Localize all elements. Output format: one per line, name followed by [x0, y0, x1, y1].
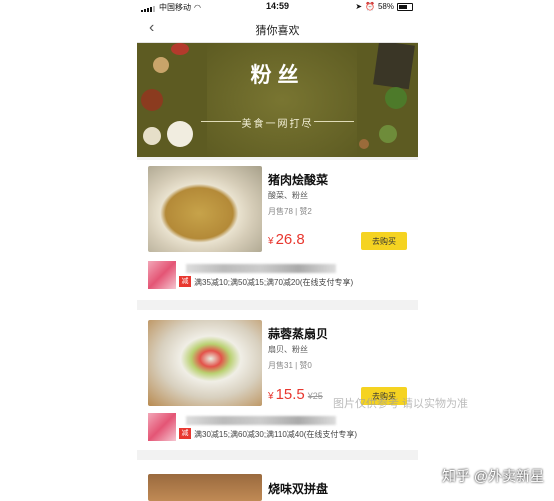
phone-screen: 中国移动 ◠ 14:59 ➤ ⏰ 58% ‹ 猜你喜欢 粉丝 美食一网打尽 猪肉… — [137, 0, 418, 501]
discount-badge: 减 — [179, 428, 191, 439]
promo-text: 满30减15;满60减30;满110减40(在线支付专享) — [194, 430, 358, 439]
product-card[interactable]: 猪肉烩酸菜 酸菜、粉丝 月售78 | 赞2 ¥26.8 去购买 减 满35减10… — [137, 160, 418, 300]
product-tags: 酸菜、粉丝 — [268, 191, 308, 200]
product-card[interactable]: 烧味双拼盘 — [137, 460, 418, 501]
product-price: ¥15.5 ¥25 — [268, 386, 323, 403]
product-name: 蒜蓉蒸扇贝 — [268, 327, 329, 341]
image-watermark: 图片仅供参考 请以实物为准 — [333, 398, 469, 410]
food-decoration — [385, 87, 407, 109]
status-bar: 中国移动 ◠ 14:59 ➤ ⏰ 58% — [137, 0, 418, 14]
promo-text: 满35减10;满50减15;满70减20(在线支付专享) — [194, 278, 354, 287]
food-decoration — [171, 43, 189, 55]
product-tags: 扇贝、粉丝 — [268, 345, 308, 354]
battery-percent: 58% — [377, 2, 394, 11]
status-right: ➤ ⏰ 58% — [355, 2, 413, 11]
nav-bar: ‹ 猜你喜欢 — [137, 14, 418, 43]
product-price: ¥26.8 — [268, 231, 305, 248]
shop-promo[interactable]: 减 满30减15;满60减30;满110减40(在线支付专享) — [148, 413, 408, 443]
page-title: 猜你喜欢 — [255, 25, 300, 37]
location-icon: ➤ — [355, 2, 363, 11]
price-value: 26.8 — [275, 231, 305, 248]
product-card[interactable]: 蒜蓉蒸扇贝 扇贝、粉丝 月售31 | 赞0 ¥15.5 ¥25 去购买 减 满30… — [137, 310, 418, 450]
monthly-sales: 月售78 — [268, 207, 293, 216]
monthly-sales: 月售31 — [268, 361, 293, 370]
product-stats: 月售78 | 赞2 — [268, 207, 312, 216]
price-value: 15.5 — [275, 386, 305, 403]
original-price: ¥25 — [307, 391, 323, 401]
shop-name-blurred — [186, 264, 336, 273]
battery-icon — [397, 2, 413, 11]
likes-count: 赞0 — [299, 361, 312, 370]
likes-count: 赞2 — [299, 207, 312, 216]
zhihu-credit: 知乎 @外卖新星 — [442, 468, 545, 484]
food-decoration — [359, 139, 369, 149]
currency-symbol: ¥ — [268, 236, 274, 247]
food-decoration — [141, 89, 163, 111]
currency-symbol: ¥ — [268, 391, 274, 402]
product-image — [148, 474, 262, 501]
shop-avatar — [148, 413, 176, 441]
product-image — [148, 320, 262, 406]
shop-avatar — [148, 261, 176, 289]
shop-promo[interactable]: 减 满35减10;满50减15;满70减20(在线支付专享) — [148, 261, 408, 291]
discount-badge: 减 — [179, 276, 191, 287]
buy-button[interactable]: 去购买 — [361, 232, 407, 250]
banner-subtitle: 美食一网打尽 — [241, 119, 314, 130]
product-image — [148, 166, 262, 252]
product-stats: 月售31 | 赞0 — [268, 361, 312, 370]
alarm-icon: ⏰ — [365, 2, 375, 11]
banner-title: 粉丝 — [250, 64, 305, 87]
banner[interactable]: 粉丝 美食一网打尽 — [137, 43, 418, 157]
product-name: 烧味双拼盘 — [268, 482, 329, 496]
product-name: 猪肉烩酸菜 — [268, 173, 329, 187]
shop-name-blurred — [186, 416, 336, 425]
